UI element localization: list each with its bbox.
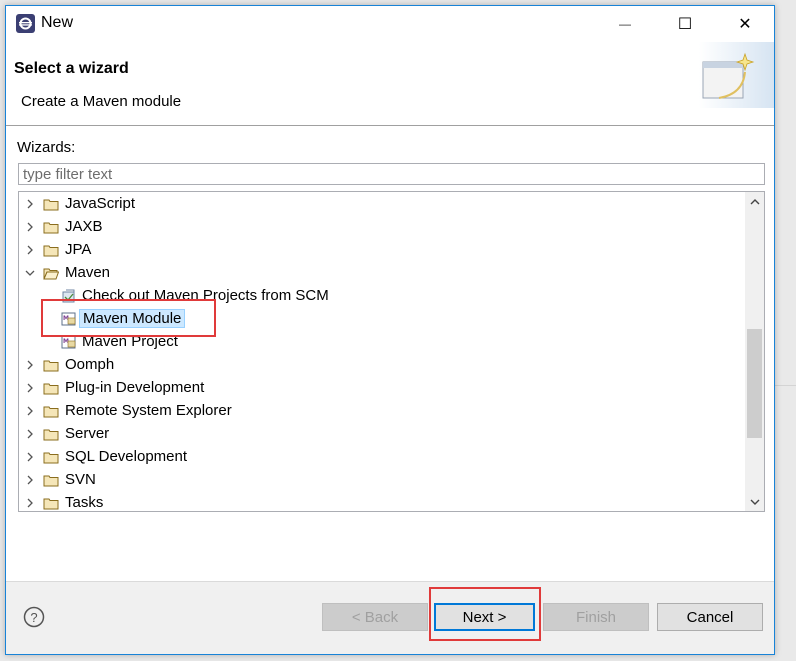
- tree-item-label: SQL Development: [65, 448, 188, 465]
- chevron-right-icon[interactable]: [25, 220, 35, 234]
- tree-item-remote-system-explorer[interactable]: Remote System Explorer: [19, 400, 744, 423]
- tree-item-label: JAXB: [65, 218, 103, 235]
- folder-icon: [43, 360, 59, 372]
- page-subtitle: Create a Maven module: [21, 93, 182, 110]
- folder-icon: [43, 222, 59, 234]
- tree-item-jaxb[interactable]: JAXB: [19, 216, 744, 239]
- chevron-right-icon[interactable]: [25, 496, 35, 510]
- button-bar: ? < Back Next > Finish Cancel: [6, 582, 774, 654]
- folder-icon: [43, 406, 59, 418]
- tree-item-label: Plug-in Development: [65, 379, 205, 396]
- tree-item-label: Check out Maven Projects from SCM: [82, 287, 329, 304]
- tree-item-jpa[interactable]: JPA: [19, 239, 744, 262]
- folder-icon: [43, 199, 59, 211]
- maximize-icon: ☐: [677, 16, 693, 33]
- chevron-right-icon[interactable]: [25, 243, 35, 257]
- chevron-right-icon[interactable]: [25, 358, 35, 372]
- tree-item-javascript[interactable]: JavaScript: [19, 193, 744, 216]
- folder-icon: [43, 429, 59, 441]
- folder-icon: [43, 245, 59, 257]
- page-title: Select a wizard: [14, 60, 129, 77]
- back-button[interactable]: < Back: [322, 603, 428, 631]
- tree-item-label: SVN: [65, 471, 96, 488]
- tree-item-label: Maven Project: [82, 333, 178, 350]
- tree-item-label: JPA: [65, 241, 92, 258]
- close-icon: ✕: [738, 16, 752, 33]
- maven-icon: M: [61, 312, 76, 326]
- new-wizard-dialog: New — ☐ ✕ Select a wizard Create a Maven…: [5, 5, 775, 655]
- minimize-button[interactable]: —: [596, 6, 654, 42]
- background-line: [775, 385, 796, 386]
- scroll-down-button[interactable]: [745, 492, 764, 511]
- tree-item-checkout-maven[interactable]: Check out Maven Projects from SCM: [19, 285, 744, 308]
- window-title: New: [41, 14, 74, 31]
- maven-icon: M: [61, 335, 76, 349]
- title-bar[interactable]: New — ☐ ✕: [6, 6, 774, 42]
- tree-item-tasks[interactable]: Tasks: [19, 492, 744, 511]
- filter-input[interactable]: [18, 163, 765, 185]
- tree-item-oomph[interactable]: Oomph: [19, 354, 744, 377]
- checkout-icon: [62, 289, 75, 303]
- tree-item-label: Server: [65, 425, 110, 442]
- scroll-up-button[interactable]: [745, 192, 764, 211]
- help-glyph: ?: [30, 610, 37, 625]
- folder-icon: [43, 452, 59, 464]
- chevron-right-icon[interactable]: [25, 473, 35, 487]
- tree-item-maven-module[interactable]: M Maven Module: [19, 308, 744, 331]
- chevron-right-icon[interactable]: [25, 381, 35, 395]
- folder-icon: [43, 475, 59, 487]
- tree-item-label: Tasks: [65, 494, 104, 511]
- finish-button[interactable]: Finish: [543, 603, 649, 631]
- wizards-label: Wizards:: [17, 139, 76, 156]
- wizard-banner-icon: [699, 42, 774, 108]
- folder-icon: [43, 498, 59, 510]
- chevron-right-icon[interactable]: [25, 197, 35, 211]
- tree-item-label: Maven: [65, 264, 111, 281]
- eclipse-icon: [16, 14, 35, 33]
- tree-item-sql-development[interactable]: SQL Development: [19, 446, 744, 469]
- tree-item-server[interactable]: Server: [19, 423, 744, 446]
- next-button[interactable]: Next >: [434, 603, 535, 631]
- tree-item-plugin-development[interactable]: Plug-in Development: [19, 377, 744, 400]
- tree-scrollbar[interactable]: [745, 192, 764, 511]
- chevron-right-icon[interactable]: [25, 404, 35, 418]
- close-button[interactable]: ✕: [716, 6, 774, 42]
- chevron-down-icon[interactable]: [25, 266, 35, 280]
- folder-icon: [43, 383, 59, 395]
- tree-item-label: Remote System Explorer: [65, 402, 232, 419]
- tree-item-label: Maven Module: [79, 309, 186, 328]
- tree-item-svn[interactable]: SVN: [19, 469, 744, 492]
- chevron-up-icon: [750, 198, 759, 204]
- cancel-button[interactable]: Cancel: [657, 603, 763, 631]
- minimize-icon: —: [619, 17, 631, 31]
- chevron-down-icon: [750, 499, 759, 505]
- wizard-header: Select a wizard Create a Maven module: [6, 42, 774, 126]
- tree-item-label: Oomph: [65, 356, 115, 373]
- chevron-right-icon[interactable]: [25, 427, 35, 441]
- tree-item-maven-project[interactable]: M Maven Project: [19, 331, 744, 354]
- tree-item-label: JavaScript: [65, 195, 136, 212]
- chevron-right-icon[interactable]: [25, 450, 35, 464]
- scroll-thumb[interactable]: [747, 329, 762, 438]
- folder-open-icon: [43, 268, 59, 280]
- help-icon[interactable]: ?: [23, 606, 45, 628]
- tree-item-maven[interactable]: Maven: [19, 262, 744, 285]
- header-separator: [6, 125, 774, 126]
- maximize-button[interactable]: ☐: [656, 6, 714, 42]
- wizard-tree[interactable]: JavaScript JAXB JPA Maven Check out Mave…: [18, 191, 765, 512]
